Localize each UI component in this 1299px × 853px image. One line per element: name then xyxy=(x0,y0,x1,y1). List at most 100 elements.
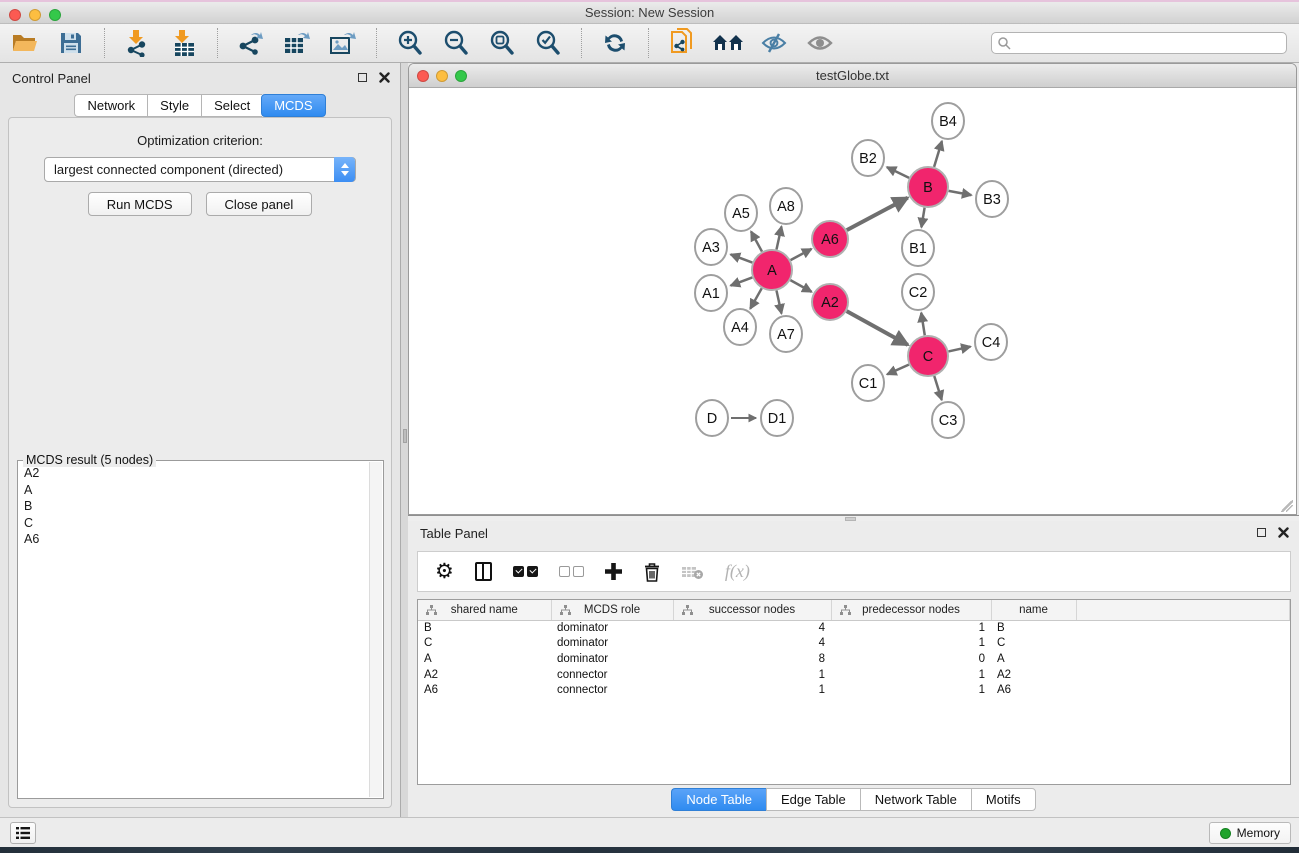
column-header-shared-name[interactable]: shared name xyxy=(418,600,551,620)
import-network-button[interactable] xyxy=(121,27,155,59)
network-edge-A-A7[interactable] xyxy=(776,291,781,314)
network-window-titlebar[interactable]: testGlobe.txt xyxy=(409,64,1296,88)
mcds-result-item[interactable]: A xyxy=(20,482,367,499)
network-edge-A-A2[interactable] xyxy=(790,280,811,292)
export-image-button[interactable] xyxy=(326,27,360,59)
network-edge-A-A8[interactable] xyxy=(776,227,781,250)
unselect-all-columns-button[interactable] xyxy=(559,566,584,577)
save-session-button[interactable] xyxy=(54,27,88,59)
add-column-button[interactable] xyxy=(605,563,622,580)
network-node-B3[interactable]: B3 xyxy=(976,181,1008,217)
tab-node-table[interactable]: Node Table xyxy=(671,788,766,811)
float-panel-icon[interactable] xyxy=(358,73,367,82)
network-node-C[interactable]: C xyxy=(908,336,948,376)
network-node-A7[interactable]: A7 xyxy=(770,316,802,352)
home-button[interactable] xyxy=(711,27,745,59)
run-mcds-button[interactable]: Run MCDS xyxy=(88,192,192,216)
mcds-result-list[interactable]: A2ABCA6 xyxy=(20,465,367,796)
network-node-A3[interactable]: A3 xyxy=(695,229,727,265)
network-node-D1[interactable]: D1 xyxy=(761,400,793,436)
tab-edge-table[interactable]: Edge Table xyxy=(766,788,860,811)
close-panel-button[interactable]: Close panel xyxy=(206,192,313,216)
show-graphics-details-button[interactable] xyxy=(803,27,837,59)
network-graph[interactable]: B4B2BB3A5A8A6B1A3AA1C2A2A4A7C4CC1DD1C3 xyxy=(410,89,1295,514)
column-header-MCDS-role[interactable]: MCDS role xyxy=(551,600,673,620)
table-row[interactable]: A2connector11A2 xyxy=(418,667,1290,683)
function-builder-button-disabled[interactable]: f(x) xyxy=(725,561,750,582)
network-edge-A-A1[interactable] xyxy=(731,277,753,285)
network-node-A1[interactable]: A1 xyxy=(695,275,727,311)
control-tab-style[interactable]: Style xyxy=(147,94,201,117)
network-edge-A2-C[interactable] xyxy=(847,311,908,345)
window-resize-grip[interactable] xyxy=(1281,500,1293,512)
apply-layout-button[interactable] xyxy=(598,27,632,59)
network-node-C3[interactable]: C3 xyxy=(932,402,964,438)
zoom-fit-button[interactable] xyxy=(485,27,519,59)
close-network-button[interactable] xyxy=(417,70,429,82)
zoom-selected-button[interactable] xyxy=(531,27,565,59)
network-node-A8[interactable]: A8 xyxy=(770,188,802,224)
network-node-B[interactable]: B xyxy=(908,167,948,207)
show-columns-button[interactable] xyxy=(475,562,492,581)
minimize-window-button[interactable] xyxy=(29,9,41,21)
network-node-C1[interactable]: C1 xyxy=(852,365,884,401)
delete-column-button[interactable] xyxy=(643,562,661,582)
network-edge-B-B4[interactable] xyxy=(934,141,942,167)
network-edge-B-B3[interactable] xyxy=(949,191,972,195)
network-node-B1[interactable]: B1 xyxy=(902,230,934,266)
open-file-button[interactable] xyxy=(8,27,42,59)
table-row[interactable]: A6connector11A6 xyxy=(418,682,1290,698)
network-edge-A6-B[interactable] xyxy=(847,198,908,230)
memory-button[interactable]: Memory xyxy=(1209,822,1291,844)
network-edge-C-C2[interactable] xyxy=(921,313,925,336)
mcds-result-item[interactable]: C xyxy=(20,515,367,532)
table-row[interactable]: Adominator80A xyxy=(418,651,1290,667)
network-edge-A-A3[interactable] xyxy=(731,254,753,262)
network-node-A6[interactable]: A6 xyxy=(812,221,848,257)
maximize-window-button[interactable] xyxy=(49,9,61,21)
task-history-button[interactable] xyxy=(10,822,36,844)
optimization-criterion-select[interactable]: largest connected component (directed) xyxy=(44,157,356,182)
export-network-button[interactable] xyxy=(234,27,268,59)
control-tab-network[interactable]: Network xyxy=(74,94,147,117)
search-input[interactable] xyxy=(991,32,1287,54)
network-node-C2[interactable]: C2 xyxy=(902,274,934,310)
network-node-A[interactable]: A xyxy=(752,250,792,290)
result-list-scrollbar[interactable] xyxy=(369,462,382,797)
network-edge-C-C1[interactable] xyxy=(887,365,909,375)
zoom-in-button[interactable] xyxy=(393,27,427,59)
network-node-B2[interactable]: B2 xyxy=(852,140,884,176)
network-node-A2[interactable]: A2 xyxy=(812,284,848,320)
import-table-button[interactable] xyxy=(167,27,201,59)
export-table-button[interactable] xyxy=(280,27,314,59)
network-node-A4[interactable]: A4 xyxy=(724,309,756,345)
close-window-button[interactable] xyxy=(9,9,21,21)
column-header-name[interactable]: name xyxy=(991,600,1076,620)
network-edge-C-C4[interactable] xyxy=(948,347,970,352)
column-header-predecessor-nodes[interactable]: predecessor nodes xyxy=(831,600,991,620)
select-all-columns-button[interactable] xyxy=(513,566,538,577)
network-node-D[interactable]: D xyxy=(696,400,728,436)
network-edge-A-A5[interactable] xyxy=(751,231,762,251)
duplicate-network-button[interactable] xyxy=(665,27,699,59)
table-row[interactable]: Bdominator41B xyxy=(418,620,1290,636)
table-row[interactable]: Cdominator41C xyxy=(418,636,1290,652)
network-edge-A-A6[interactable] xyxy=(791,249,812,260)
delete-table-button-disabled[interactable] xyxy=(682,564,704,580)
network-canvas[interactable]: B4B2BB3A5A8A6B1A3AA1C2A2A4A7C4CC1DD1C3 xyxy=(410,89,1295,514)
divider-grip[interactable] xyxy=(403,429,407,443)
control-tab-select[interactable]: Select xyxy=(201,94,262,117)
tab-network-table[interactable]: Network Table xyxy=(860,788,971,811)
vertical-split-divider[interactable] xyxy=(400,63,408,817)
mcds-result-item[interactable]: A6 xyxy=(20,531,367,548)
network-edge-C-C3[interactable] xyxy=(934,376,941,400)
table-settings-button[interactable]: ⚙ xyxy=(435,561,454,582)
network-edge-A-A4[interactable] xyxy=(750,288,761,308)
minimize-network-button[interactable] xyxy=(436,70,448,82)
mcds-result-item[interactable]: B xyxy=(20,498,367,515)
network-node-C4[interactable]: C4 xyxy=(975,324,1007,360)
network-node-B4[interactable]: B4 xyxy=(932,103,964,139)
tab-motifs[interactable]: Motifs xyxy=(971,788,1036,811)
zoom-out-button[interactable] xyxy=(439,27,473,59)
close-panel-icon[interactable] xyxy=(379,72,390,83)
